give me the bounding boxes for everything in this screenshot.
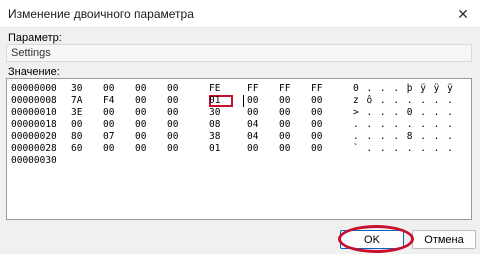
hex-byte: 01 xyxy=(209,95,221,106)
hex-byte: FF xyxy=(311,83,323,94)
hex-byte: 00 xyxy=(135,143,147,154)
hex-address: 00000020 xyxy=(11,131,57,142)
hex-byte: 00 xyxy=(311,95,323,106)
hex-address: 00000030 xyxy=(11,155,57,166)
hex-byte: 00 xyxy=(279,119,291,130)
hex-address: 00000000 xyxy=(11,83,57,94)
hex-address: 00000010 xyxy=(11,107,57,118)
hex-ascii: > . . . 0 . . . xyxy=(353,107,454,118)
hex-row: 00000000 30 00 00 00 FE FF FF FF 0 . . . þ ÿ ÿ ÿ xyxy=(7,83,471,95)
hex-byte: F4 xyxy=(103,95,115,106)
hex-byte: 00 xyxy=(167,119,179,130)
hex-byte: 00 xyxy=(247,107,259,118)
hex-byte: 00 xyxy=(167,131,179,142)
ok-button[interactable]: OK xyxy=(340,230,404,249)
hex-row: 00000008 7A F4 00 00 01 00 00 00 z ô . . . . . . xyxy=(7,95,471,107)
hex-ascii: . . . . 8 . . . xyxy=(353,131,454,142)
hex-byte: 00 xyxy=(167,83,179,94)
cancel-button[interactable]: Отмена xyxy=(412,230,476,249)
hex-byte: 00 xyxy=(167,95,179,106)
hex-byte: 00 xyxy=(135,131,147,142)
hex-byte: 00 xyxy=(311,107,323,118)
param-name-field: Settings xyxy=(6,44,472,62)
hex-ascii: 0 . . . þ ÿ ÿ ÿ xyxy=(353,83,454,94)
hex-ascii: z ô . . . . . . xyxy=(353,95,454,106)
hex-byte: 00 xyxy=(135,83,147,94)
hex-byte: 38 xyxy=(209,131,221,142)
hex-byte: 00 xyxy=(103,143,115,154)
hex-byte: 00 xyxy=(247,95,259,106)
hex-ascii: ` . . . . . . . xyxy=(353,143,454,154)
hex-byte: 30 xyxy=(71,83,83,94)
hex-byte: FF xyxy=(279,83,291,94)
hex-byte: FF xyxy=(247,83,259,94)
hex-byte: 00 xyxy=(103,83,115,94)
hex-row: 00000018 00 00 00 00 08 04 00 00 . . . . . . . . xyxy=(7,119,471,131)
hex-byte: 00 xyxy=(103,107,115,118)
hex-byte: 00 xyxy=(311,143,323,154)
close-icon[interactable]: ✕ xyxy=(446,0,480,28)
hex-address: 00000028 xyxy=(11,143,57,154)
hex-byte: 00 xyxy=(135,107,147,118)
hex-editor[interactable]: 00000000 30 00 00 00 FE FF FF FF 0 . . . þ ÿ ÿ ÿ0… xyxy=(6,78,472,220)
hex-row: 00000010 3E 00 00 00 30 00 00 00 > . . . 0 . . . xyxy=(7,107,471,119)
hex-byte: 3E xyxy=(71,107,83,118)
hex-byte: 00 xyxy=(279,143,291,154)
hex-byte: 08 xyxy=(209,119,221,130)
hex-byte: 00 xyxy=(279,107,291,118)
hex-row: 00000028 60 00 00 00 01 00 00 00 ` . . . . . . . xyxy=(7,143,471,155)
hex-byte: 00 xyxy=(311,119,323,130)
hex-byte: 00 xyxy=(135,119,147,130)
hex-byte: 00 xyxy=(135,95,147,106)
hex-byte: 00 xyxy=(279,131,291,142)
title-bar: Изменение двоичного параметра ✕ xyxy=(0,0,480,28)
window-title: Изменение двоичного параметра xyxy=(8,7,194,21)
hex-byte: 01 xyxy=(209,143,221,154)
hex-byte: 00 xyxy=(279,95,291,106)
hex-byte: FE xyxy=(209,83,221,94)
hex-byte: 00 xyxy=(247,143,259,154)
hex-ascii: . . . . . . . . xyxy=(353,119,454,130)
hex-byte: 00 xyxy=(167,107,179,118)
hex-byte: 04 xyxy=(247,131,259,142)
hex-byte: 00 xyxy=(71,119,83,130)
hex-row: 00000030 xyxy=(7,155,471,167)
param-label: Параметр: xyxy=(8,32,62,44)
hex-byte: 7A xyxy=(71,95,83,106)
hex-address: 00000008 xyxy=(11,95,57,106)
hex-byte: 07 xyxy=(103,131,115,142)
hex-byte: 80 xyxy=(71,131,83,142)
hex-byte: 30 xyxy=(209,107,221,118)
hex-byte: 00 xyxy=(167,143,179,154)
value-label: Значение: xyxy=(8,66,60,78)
hex-byte: 00 xyxy=(103,119,115,130)
hex-row: 00000020 80 07 00 00 38 04 00 00 . . . . 8 . . . xyxy=(7,131,471,143)
hex-byte: 60 xyxy=(71,143,83,154)
hex-byte: 00 xyxy=(311,131,323,142)
hex-address: 00000018 xyxy=(11,119,57,130)
hex-byte: 04 xyxy=(247,119,259,130)
